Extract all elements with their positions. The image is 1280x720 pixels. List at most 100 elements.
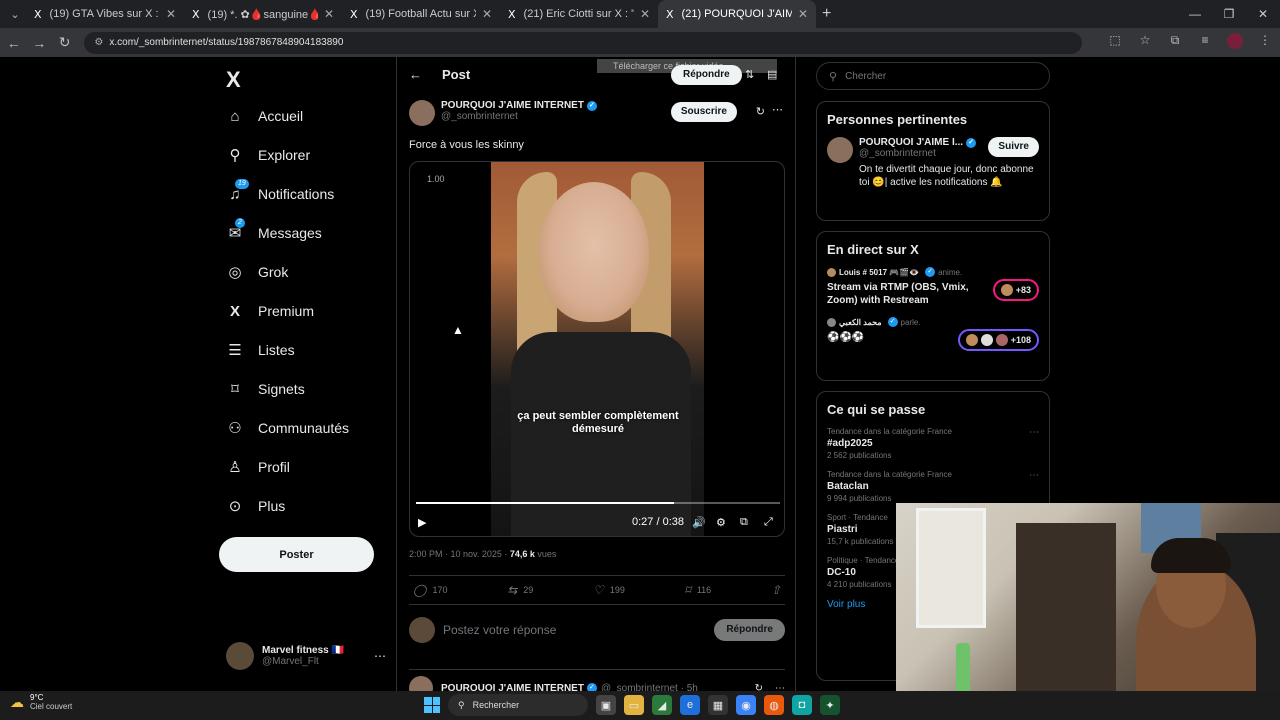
- reader-view-icon[interactable]: ▤: [767, 68, 777, 81]
- pip-icon[interactable]: ⧉: [740, 516, 748, 529]
- windows-start-icon[interactable]: [424, 697, 440, 713]
- sidebar-item-communautes[interactable]: ⚇ Communautés: [226, 413, 349, 443]
- browser-tab[interactable]: X (19) *. ✿🩸sanguine🩸✿ .* (@ ✕: [184, 0, 342, 28]
- subscribe-button[interactable]: Souscrire: [670, 102, 737, 122]
- avatar: [995, 334, 1008, 346]
- relevant-person[interactable]: POURQUOI J'AIME I... ✓ @_sombrinternet On…: [827, 137, 1039, 189]
- close-tab-icon[interactable]: ✕: [166, 7, 176, 21]
- minimize-icon[interactable]: —: [1178, 0, 1212, 28]
- grok-icon[interactable]: ↻: [755, 683, 763, 692]
- trend-item[interactable]: Tendance dans la catégorie France #adp202…: [827, 427, 1039, 460]
- search-placeholder: Chercher: [845, 70, 887, 82]
- extensions-icon[interactable]: ⧉: [1160, 33, 1190, 52]
- app-icon[interactable]: ✦: [820, 695, 840, 715]
- live-host-name: Louis # 5017 🎮🎬👁️: [839, 267, 920, 277]
- chrome-menu-icon[interactable]: ⋮: [1250, 33, 1280, 52]
- fullscreen-icon[interactable]: ⤢: [764, 516, 773, 529]
- more-icon[interactable]: ⋯: [772, 103, 783, 116]
- sidebar-item-signets[interactable]: ⌑ Signets: [226, 374, 305, 404]
- like-action[interactable]: ♡ 199: [593, 583, 625, 597]
- avatar[interactable]: [409, 676, 433, 691]
- browser-tab[interactable]: X (21) Eric Ciotti sur X : "« Sale gu ✕: [500, 0, 658, 28]
- live-item[interactable]: Louis # 5017 🎮🎬👁️ ✓ anime. Stream via RTMP…: [827, 267, 1039, 307]
- tab-search-icon[interactable]: ⌄: [4, 3, 26, 25]
- browser-tab-strip: ⌄ X (19) GTA Vibes sur X : "Merci. G ✕ X (1…: [0, 0, 1280, 28]
- close-window-icon[interactable]: ✕: [1246, 0, 1280, 28]
- author-handle[interactable]: @_sombrinternet: [441, 111, 597, 122]
- reload-icon[interactable]: ↻: [53, 34, 76, 51]
- close-tab-icon[interactable]: ✕: [482, 7, 492, 21]
- more-icon[interactable]: ⋯: [374, 649, 386, 663]
- sidebar-item-accueil[interactable]: ⌂ Accueil: [226, 101, 303, 131]
- more-icon[interactable]: ⋯: [1029, 470, 1039, 481]
- reply-input[interactable]: Postez votre réponse: [443, 623, 714, 637]
- more-icon[interactable]: ⋯: [1029, 427, 1039, 438]
- play-icon[interactable]: ▶: [418, 516, 426, 529]
- sidebar-item-plus[interactable]: ⊙ Plus: [226, 491, 286, 521]
- live-item[interactable]: محمد الكعبي ✓ parle. ⚽⚽⚽ +108: [827, 317, 1039, 351]
- reply-button[interactable]: Répondre: [714, 619, 785, 641]
- bookmark-star-icon[interactable]: ☆: [1130, 33, 1160, 52]
- poster-button[interactable]: Poster: [219, 537, 374, 572]
- sidebar-item-listes[interactable]: ☰ Listes: [226, 335, 294, 365]
- taskbar-search[interactable]: ⚲ Rechercher: [448, 694, 588, 716]
- repost-icon: ⇆: [507, 583, 518, 597]
- maximize-icon[interactable]: ❐: [1212, 0, 1246, 28]
- sidebar-item-notifications[interactable]: ♫ 19 Notifications: [226, 179, 334, 209]
- filter-icon[interactable]: ⇅: [745, 68, 754, 81]
- edge-icon[interactable]: e: [680, 695, 700, 715]
- reply-action[interactable]: ◯ 170: [413, 583, 447, 597]
- weather-widget[interactable]: ☁ 9°C Ciel couvert: [10, 693, 72, 711]
- site-settings-icon[interactable]: ⚙: [94, 37, 103, 48]
- close-tab-icon[interactable]: ✕: [324, 7, 334, 21]
- next-post-author[interactable]: POURQUOI J'AIME INTERNET: [441, 683, 584, 692]
- close-tab-icon[interactable]: ✕: [640, 7, 650, 21]
- avatar[interactable]: [409, 100, 435, 126]
- sidebar-item-profil[interactable]: ♙ Profil: [226, 452, 290, 482]
- reading-list-icon[interactable]: ≡: [1190, 33, 1220, 52]
- video-player[interactable]: 1.00 ça peut sembler complètement démesu…: [409, 161, 785, 537]
- nvidia-icon[interactable]: ◢: [652, 695, 672, 715]
- profile-avatar[interactable]: [1220, 33, 1250, 52]
- share-action[interactable]: ⇧: [771, 583, 781, 597]
- account-switcher[interactable]: Marvel fitness 🇫🇷 @Marvel_Flt ⋯: [226, 642, 386, 670]
- sidebar-item-premium[interactable]: X Premium: [226, 296, 314, 326]
- reply-top-button[interactable]: Répondre: [671, 65, 742, 85]
- bookmark-action[interactable]: ⌑ 116: [685, 583, 712, 597]
- next-post[interactable]: POURQUOI J'AIME INTERNET ✓ @_sombrintern…: [409, 669, 785, 691]
- back-icon[interactable]: ←: [2, 35, 25, 51]
- follow-button[interactable]: Suivre: [988, 137, 1039, 157]
- volume-icon[interactable]: 🔊: [692, 516, 706, 529]
- chrome-icon[interactable]: ◉: [736, 695, 756, 715]
- avatar[interactable]: [827, 137, 853, 163]
- live-listeners-badge: +108: [957, 329, 1039, 351]
- search-input[interactable]: ⚲ Chercher: [816, 62, 1050, 90]
- sidebar-item-messages[interactable]: ✉ 2 Messages: [226, 218, 322, 248]
- file-explorer-icon[interactable]: ▭: [624, 695, 644, 715]
- trend-item[interactable]: Tendance dans la catégorie France Batacla…: [827, 470, 1039, 503]
- firefox-icon[interactable]: ◍: [764, 695, 784, 715]
- settings-gear-icon[interactable]: ⚙: [716, 516, 726, 529]
- close-tab-icon[interactable]: ✕: [798, 7, 808, 21]
- bell-icon: ♫ 19: [226, 179, 249, 203]
- new-tab-icon[interactable]: +: [822, 5, 831, 23]
- back-arrow-icon[interactable]: ←: [409, 67, 422, 82]
- post-datetime[interactable]: 2:00 PM · 10 nov. 2025 ·: [409, 549, 510, 559]
- install-app-icon[interactable]: ⬚: [1100, 33, 1130, 52]
- author-name[interactable]: POURQUOI J'AIME INTERNET ✓: [441, 100, 597, 111]
- browser-tab-active[interactable]: X (21) POURQUOI J'AIME INTERN ✕: [658, 0, 816, 28]
- app-icon[interactable]: ◘: [792, 695, 812, 715]
- sidebar-item-grok[interactable]: ◎ Grok: [226, 257, 288, 287]
- forward-icon[interactable]: →: [27, 35, 50, 51]
- x-logo-icon[interactable]: X: [226, 67, 241, 93]
- grok-icon[interactable]: ↻: [756, 105, 765, 118]
- sidebar-item-explorer[interactable]: ⚲ Explorer: [226, 140, 311, 170]
- more-icon[interactable]: ⋯: [775, 683, 785, 692]
- video-progress-bar[interactable]: [416, 502, 780, 504]
- browser-tab[interactable]: X (19) GTA Vibes sur X : "Merci. G ✕: [26, 0, 184, 28]
- browser-tab[interactable]: X (19) Football Actu sur X : "Luca ✕: [342, 0, 500, 28]
- repost-action[interactable]: ⇆ 29: [507, 583, 533, 597]
- url-bar[interactable]: ⚙ x.com/_sombrinternet/status/1987867848…: [84, 31, 1082, 54]
- task-view-icon[interactable]: ▣: [596, 695, 616, 715]
- store-icon[interactable]: ▦: [708, 695, 728, 715]
